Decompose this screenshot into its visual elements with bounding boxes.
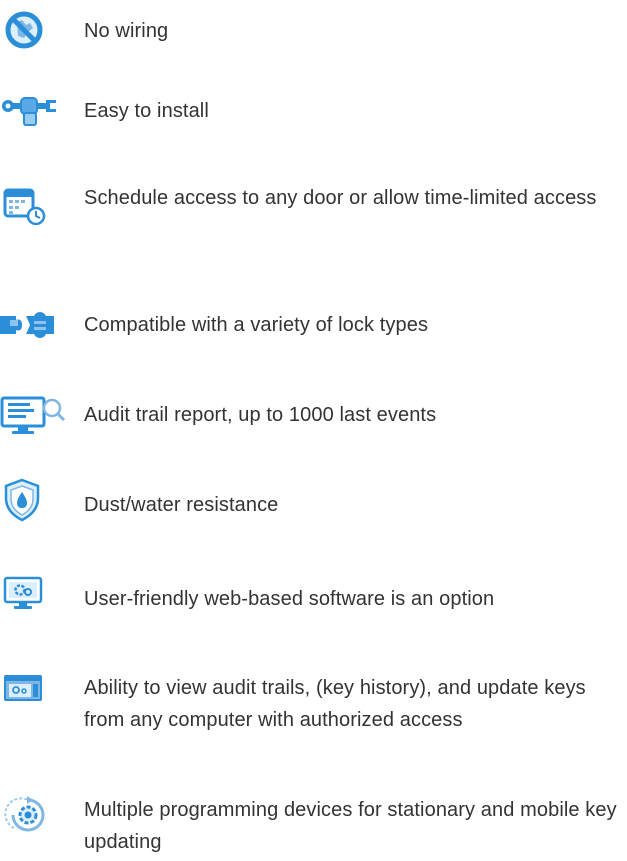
browser-window-icon (0, 672, 70, 712)
no-wiring-icon (0, 10, 70, 50)
monitor-gear-icon (0, 574, 70, 614)
feature-list: No wiring Easy to install Schedule acces… (0, 0, 627, 861)
sync-gear-icon (0, 794, 70, 834)
monitor-search-icon (0, 394, 70, 434)
shield-drop-icon (0, 478, 70, 522)
feature-label: Compatible with a variety of lock types (84, 314, 429, 336)
puzzle-icon (0, 306, 70, 346)
calendar-clock-icon (0, 184, 70, 226)
feature-label: No wiring (84, 20, 169, 42)
feature-label: Multiple programming devices for station… (84, 799, 617, 853)
feature-label: User-friendly web-based software is an o… (84, 588, 495, 610)
feature-label: Schedule access to any door or allow tim… (84, 187, 597, 209)
wrench-fist-icon (0, 92, 70, 132)
feature-label: Dust/water resistance (84, 494, 279, 516)
feature-label: Ability to view audit trails, (key histo… (84, 677, 586, 731)
feature-label: Audit trail report, up to 1000 last even… (84, 404, 437, 426)
feature-label: Easy to install (84, 100, 209, 122)
